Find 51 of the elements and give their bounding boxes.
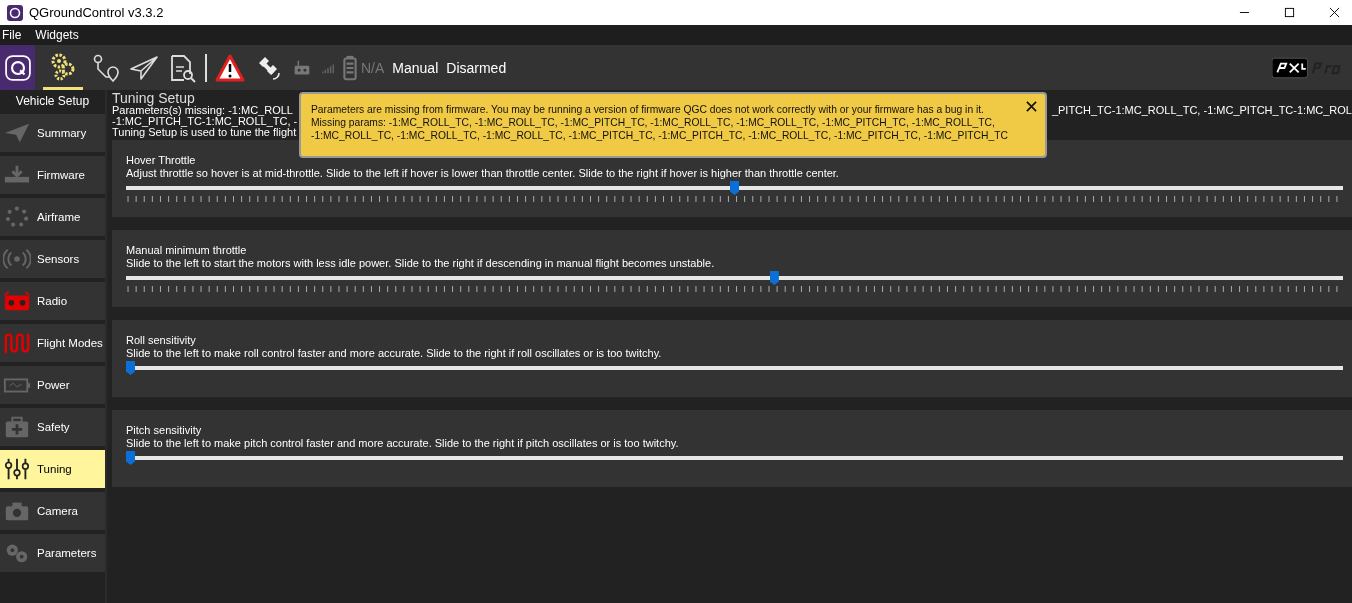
warning-icon[interactable]	[215, 52, 245, 83]
sidebar-item[interactable]: Safety	[0, 408, 105, 446]
route-icon[interactable]	[91, 52, 121, 83]
paper-plane-icon	[3, 121, 31, 145]
slider-thumb[interactable]	[730, 181, 739, 195]
radio-icon	[3, 289, 31, 313]
sidebar-item[interactable]: Radio	[0, 282, 105, 320]
sidebar-item[interactable]: Airframe	[0, 198, 105, 236]
slider-title: Roll sensitivity	[126, 334, 197, 347]
sidebar-item[interactable]: Power	[0, 366, 105, 404]
app-logo-icon	[7, 4, 23, 21]
slider-thumb[interactable]	[126, 361, 135, 375]
slider-description: Slide to the left to make pitch control faster and more accurate. Slide to the right if pitch oscillates or is too twitchy.	[126, 437, 680, 450]
missing-parameters-text: -1:MC_PITCH_TC-1:MC_ROLL_TC, -	[112, 116, 298, 127]
battery-icon	[343, 54, 357, 81]
slider-description: Adjust throttle so hover is at mid-throttle. Slide to the left if hover is lower than throttle center. Slide to the right if hover is higher than throttle center.	[126, 167, 840, 180]
sidebar-item[interactable]: Flight Modes	[0, 324, 105, 362]
flight-mode[interactable]: Manual	[392, 59, 439, 76]
slider-thumb[interactable]	[769, 271, 779, 285]
slider-title: Hover Throttle	[126, 154, 197, 167]
close-icon[interactable]	[1026, 101, 1037, 112]
page-description: Tuning Setup is used to tune the flight	[112, 127, 297, 138]
slider-thumb[interactable]	[126, 451, 135, 465]
dots-icon	[3, 205, 31, 229]
app-logo-button[interactable]	[0, 45, 35, 90]
maximize-icon[interactable]	[1284, 7, 1295, 18]
sidebar-title: Vehicle Setup	[14, 93, 91, 110]
missing-parameters-text: Parameters(s) missing: -1:MC_ROLL	[112, 105, 293, 116]
sliders-icon	[3, 457, 31, 481]
slider-description: Slide to the left to start the motors with less idle power. Slide to the right if descending in manual flight becomes unstable.	[126, 257, 716, 270]
sidebar-item[interactable]: Parameters	[0, 534, 105, 572]
sidebar-item[interactable]: Summary	[0, 114, 105, 152]
square-wave-icon	[3, 331, 31, 355]
menu-item[interactable]: Widgets	[35, 28, 79, 42]
arm-state[interactable]: Disarmed	[446, 59, 507, 76]
alert-message: Parameters are missing from firmware. You may be running a version of firmware QGC does not work correctly with or your firmware has a bug in it. Missing params: -1:MC_ROLL_TC, -1:MC_ROLL_TC, -1:MC_PITCH_TC, -1:MC_ROLL_TC, -1:MC_ROLL_TC, -1:MC_PITCH_TC, -1:MC_ROLL_TC, -1:MC_ROLL_TC, -1:MC_ROLL_TC, -1:MC_ROLL_TC, -1:MC_PITCH_TC, -1:MC_PITCH_TC, -1:MC_ROLL_TC, -1:MC_PITCH_TC, -1:MC_PITCH_TC	[311, 104, 1008, 141]
missing-parameters-text: _PITCH_TC-1:MC_ROLL_TC, -1:MC_PITCH_TC-1:MC_ROL	[1051, 105, 1352, 116]
sidebar-item[interactable]: Camera	[0, 492, 105, 530]
slider-title: Manual minimum throttle	[126, 244, 248, 257]
page-title: Tuning Setup	[112, 91, 195, 105]
window-title: QGroundControl v3.3.2	[29, 5, 164, 20]
slider-title: Pitch sensitivity	[126, 424, 203, 437]
slider-description: Slide to the left to make roll control faster and more accurate. Slide to the right if roll oscillates or is too twitchy.	[126, 347, 663, 360]
first-aid-kit-icon	[3, 415, 31, 439]
menu-item[interactable]: File	[2, 28, 22, 42]
sensor-waves-icon	[3, 247, 31, 271]
battery-status: N/A	[361, 59, 385, 76]
sidebar-item[interactable]: Firmware	[0, 156, 105, 194]
sidebar-item[interactable]: Tuning	[0, 450, 105, 488]
close-icon[interactable]	[1329, 7, 1340, 18]
sidebar-item[interactable]: Sensors	[0, 240, 105, 278]
